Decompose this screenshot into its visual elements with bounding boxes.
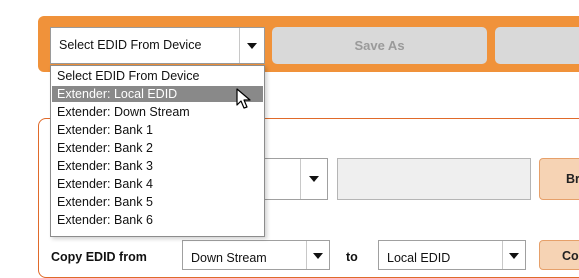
dropdown-option[interactable]: Extender: Bank 4	[52, 176, 263, 192]
copy-button[interactable]: Co	[539, 240, 579, 270]
chevron-down-icon	[247, 43, 257, 49]
dropdown-option[interactable]: Extender: Bank 5	[52, 194, 263, 210]
edid-source-select-value: Select EDID From Device	[59, 38, 202, 52]
copy-to-select-arrow[interactable]	[502, 241, 525, 269]
copy-to-select-value: Local EDID	[387, 251, 451, 265]
chevron-down-icon	[313, 253, 323, 259]
chevron-down-icon	[309, 176, 319, 182]
dropdown-option-highlighted[interactable]: Extender: Local EDID	[52, 86, 263, 102]
save-as-button[interactable]: Save As	[272, 27, 487, 64]
copy-button-label: Co	[562, 249, 579, 263]
browse-button-label: Bro	[566, 172, 579, 186]
copy-from-select[interactable]: Down Stream	[182, 240, 330, 270]
file-path-input[interactable]	[337, 158, 531, 200]
dropdown-option[interactable]: Extender: Bank 6	[52, 212, 263, 228]
edid-source-select-arrow[interactable]	[239, 28, 264, 63]
copy-from-select-arrow[interactable]	[306, 241, 329, 269]
dropdown-option[interactable]: Extender: Down Stream	[52, 104, 263, 120]
toolbar-button-3[interactable]	[495, 27, 579, 64]
dropdown-option[interactable]: Extender: Bank 1	[52, 122, 263, 138]
browse-button[interactable]: Bro	[539, 158, 579, 200]
edid-source-dropdown-list: Select EDID From Device Extender: Local …	[50, 65, 265, 237]
edid-source-select[interactable]: Select EDID From Device	[50, 27, 265, 64]
to-label: to	[346, 250, 358, 264]
dropdown-option[interactable]: Extender: Bank 3	[52, 158, 263, 174]
copy-edid-from-label: Copy EDID from	[51, 250, 147, 264]
copy-from-select-value: Down Stream	[191, 251, 267, 265]
dropdown-option[interactable]: Extender: Bank 2	[52, 140, 263, 156]
edid-file-select-arrow[interactable]	[300, 159, 327, 199]
copy-to-select[interactable]: Local EDID	[378, 240, 526, 270]
mouse-pointer-icon	[236, 88, 251, 109]
save-as-button-label: Save As	[354, 38, 405, 53]
dropdown-option[interactable]: Select EDID From Device	[52, 68, 263, 84]
chevron-down-icon	[509, 253, 519, 259]
